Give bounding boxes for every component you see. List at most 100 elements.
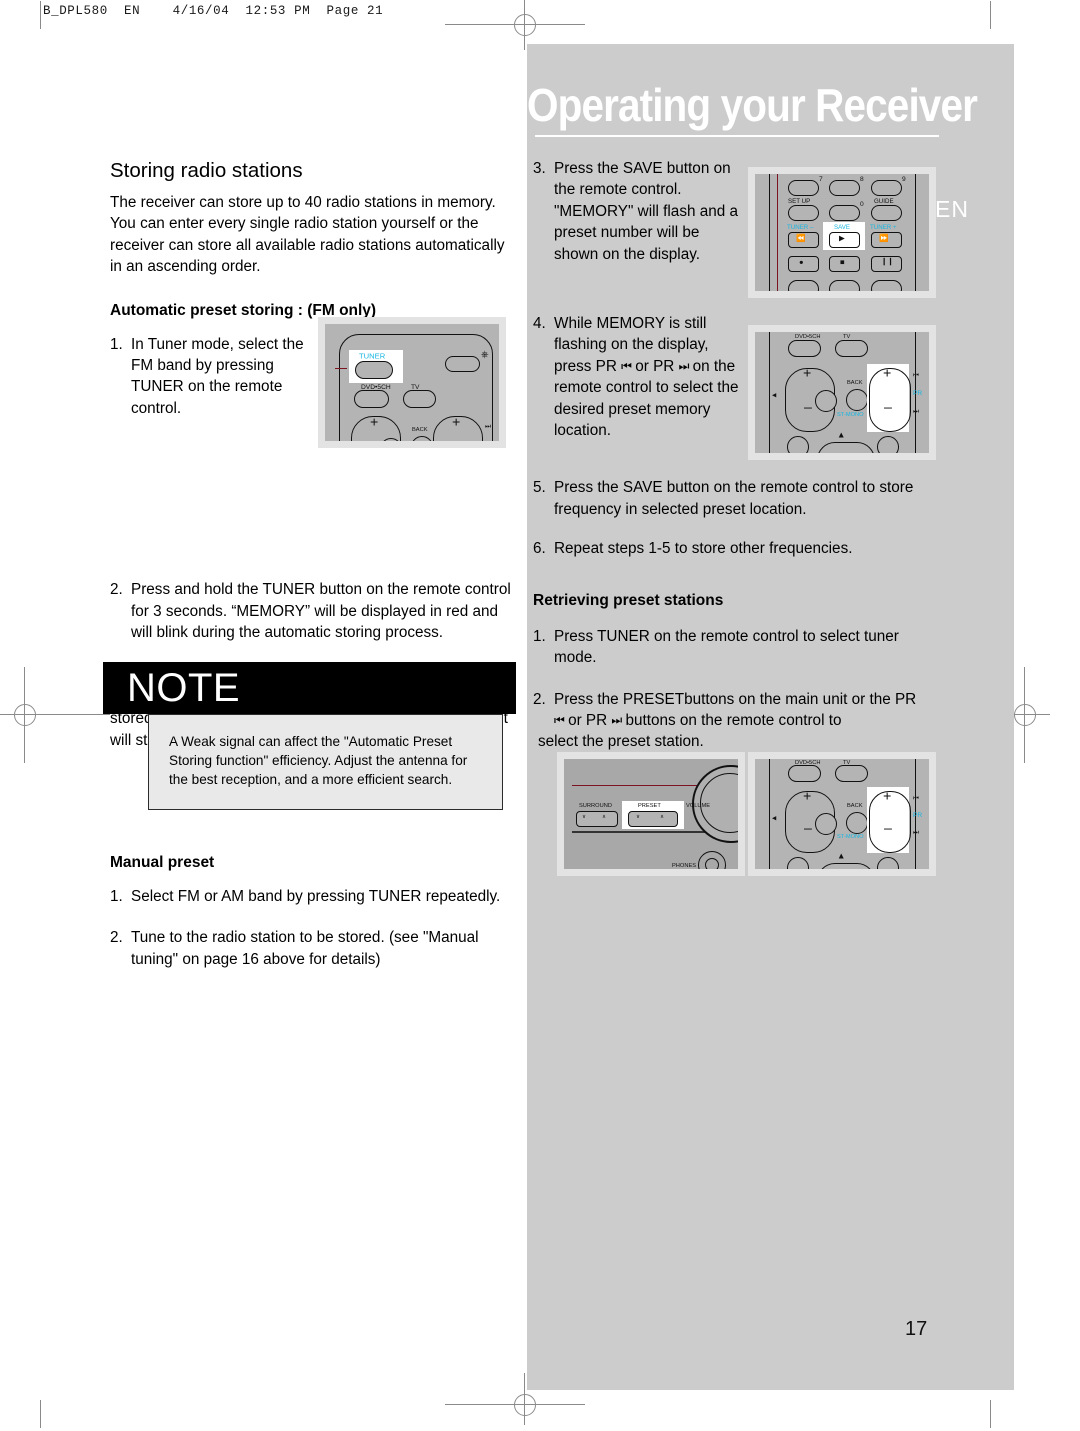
figure-remote-tuner-canvas: TUNER DVD•5CH TV ⎈ + ◂ + ⏭ PR BACK ST-MO…: [325, 324, 499, 441]
mute-button-5[interactable]: [815, 813, 837, 835]
page-title: Operating your Receiver: [527, 79, 978, 131]
key-9[interactable]: [871, 180, 902, 196]
surround-up-icon: ∧: [602, 814, 607, 820]
regmark-bottom: [445, 1373, 585, 1425]
clear-button-3[interactable]: [787, 436, 809, 453]
dvd-5ch-button-3[interactable]: [788, 340, 821, 357]
step-6: 6. Repeat steps 1-5 to store other frequ…: [533, 538, 943, 559]
power-button[interactable]: [445, 356, 480, 372]
dvd-5ch-button[interactable]: [354, 390, 389, 408]
manual-preset-block: Manual preset 1. Select FM or AM band by…: [110, 852, 522, 970]
figure-remote-save-canvas: 7 8 9 SET UP 0 GUIDE TUNER – ⏪ SAVE ▶ TU…: [755, 174, 929, 291]
surround-down-icon: ∨: [582, 814, 587, 820]
banner-rule: [535, 135, 939, 137]
guide-button[interactable]: [871, 205, 902, 221]
manual-step-2-text: Tune to the radio station to be stored. …: [131, 929, 479, 968]
tape-cd-button[interactable]: [788, 280, 819, 291]
step-5: 5. Press the SAVE button on the remote c…: [533, 477, 943, 520]
clear-button-5[interactable]: [787, 857, 809, 869]
volume-plus-label-3: +: [803, 365, 812, 382]
retrieve-step-1: 1. Press TUNER on the remote control to …: [533, 626, 943, 669]
manual-step-1-text: Select FM or AM band by pressing TUNER r…: [131, 888, 501, 905]
aux2-button[interactable]: [871, 280, 902, 291]
menu-button-3[interactable]: [877, 436, 899, 453]
pr-plus-label-5: +: [883, 788, 892, 805]
remote-edge-right: [915, 174, 917, 291]
volume-icon-3: ◂: [772, 390, 777, 400]
next-track-icon: ⏭: [678, 358, 690, 373]
step-5-text: Press the SAVE button on the remote cont…: [554, 479, 914, 518]
phones-jack-inner: [705, 858, 719, 869]
manual-step-2: 2. Tune to the radio station to be store…: [110, 927, 522, 970]
pr-plus-label: +: [452, 414, 461, 431]
pr-prev-icon-3: ⏮: [913, 372, 919, 379]
volume-label-unit: VOLUME: [686, 803, 711, 809]
tv-button[interactable]: [403, 390, 436, 408]
volume-plus-label-5: +: [803, 788, 812, 805]
key-0-label: 0: [860, 201, 864, 208]
volume-plus-label: +: [370, 414, 379, 431]
page-number: 17: [905, 1318, 928, 1340]
step-6-text: Repeat steps 1-5 to store other frequenc…: [554, 540, 853, 558]
next-track-icon-2: ⏭: [611, 712, 622, 727]
regmark-left: [0, 667, 110, 763]
retrieve-step-2: 2. Press the PRESETbuttons on the main u…: [533, 689, 943, 753]
pr-label-3: PR: [913, 390, 923, 397]
retrieve-step-2-text-c: buttons on the remote control to: [625, 711, 842, 729]
mute-button-3[interactable]: [815, 390, 837, 412]
back-button-3[interactable]: [846, 389, 868, 411]
guide-label: GUIDE: [874, 198, 894, 205]
retrieve-step-2-text-a: Press the PRESETbuttons on the main unit…: [554, 690, 917, 708]
section-heading-storing: Storing radio stations: [110, 159, 303, 182]
step-4-number: 4.: [533, 315, 546, 333]
figure-remote-pr-canvas: DVD•5CH TV + – ◂ BACK ST-MONO + – ⏮ ⏭ PR…: [755, 332, 929, 453]
preset-label: PRESET: [638, 803, 661, 809]
key-0[interactable]: [829, 205, 860, 221]
step-6-number: 6.: [533, 540, 546, 558]
figure-main-unit-canvas: SURROUND ∨ ∧ PRESET ∨ ∧ VOLUME PHONES: [564, 759, 738, 869]
remote-edge-left: [769, 174, 771, 291]
setup-button[interactable]: [788, 205, 819, 221]
intro-paragraph: The receiver can store up to 40 radio st…: [110, 194, 505, 276]
figure-remote-pr-2: DVD•5CH TV + – ◂ BACK ST-MONO + – ⏮ ⏭ PR…: [748, 752, 936, 876]
pr-next-icon: ⏭: [485, 423, 491, 430]
key-7-label: 7: [819, 176, 823, 183]
remote-red-accent-2: [777, 174, 779, 291]
phones-label: PHONES: [672, 863, 697, 869]
volume-icon-5: ◂: [772, 813, 777, 823]
tuner-minus-label: TUNER –: [787, 224, 814, 231]
record-icon: ●: [799, 258, 804, 267]
st-mono-label-3: ST-MONO: [837, 412, 864, 418]
cropmark-bl-v: [40, 1400, 41, 1428]
pr-minus-label-3: –: [884, 399, 892, 416]
nav-ring-3[interactable]: [817, 442, 875, 453]
nav-ring-5[interactable]: [817, 863, 875, 869]
prev-track-icon-2: ⏮: [554, 712, 565, 727]
step-4: 4. While MEMORY is still flashing on the…: [533, 313, 741, 441]
tv-button-5[interactable]: [835, 765, 868, 782]
back-label-5: BACK: [847, 803, 863, 809]
dvd-5ch-button-5[interactable]: [788, 765, 821, 782]
figure-remote-pr-2-canvas: DVD•5CH TV + – ◂ BACK ST-MONO + – ⏮ ⏭ PR…: [755, 759, 929, 869]
forward-icon: ⏩: [879, 234, 889, 243]
key-8[interactable]: [829, 180, 860, 196]
tuner-button[interactable]: [355, 361, 393, 379]
manual-step-1: 1. Select FM or AM band by pressing TUNE…: [110, 886, 522, 907]
rewind-icon: ⏪: [796, 234, 806, 243]
pr-next-icon-5: ⏭: [913, 829, 919, 836]
key-7[interactable]: [788, 180, 819, 196]
printer-slug: B_DPL580 EN 4/16/04 12:53 PM Page 21: [43, 4, 384, 18]
tv-button-3[interactable]: [835, 340, 868, 357]
retrieve-step-2-text-d: select the preset station.: [538, 733, 704, 751]
aux1-button[interactable]: [829, 280, 860, 291]
save-label: SAVE: [834, 224, 851, 231]
step-2: 2. Press and hold the TUNER button on th…: [110, 579, 520, 643]
step-3: 3. Press the SAVE button on the remote c…: [533, 158, 745, 265]
cropmark-br-v: [990, 1400, 991, 1428]
menu-button-5[interactable]: [877, 857, 899, 869]
pr-label-5: PR: [913, 812, 923, 819]
back-button-5[interactable]: [846, 812, 868, 834]
note-text: A Weak signal can affect the "Automatic …: [169, 734, 468, 788]
step-2-number: 2.: [110, 581, 123, 599]
step-3-number: 3.: [533, 160, 546, 177]
